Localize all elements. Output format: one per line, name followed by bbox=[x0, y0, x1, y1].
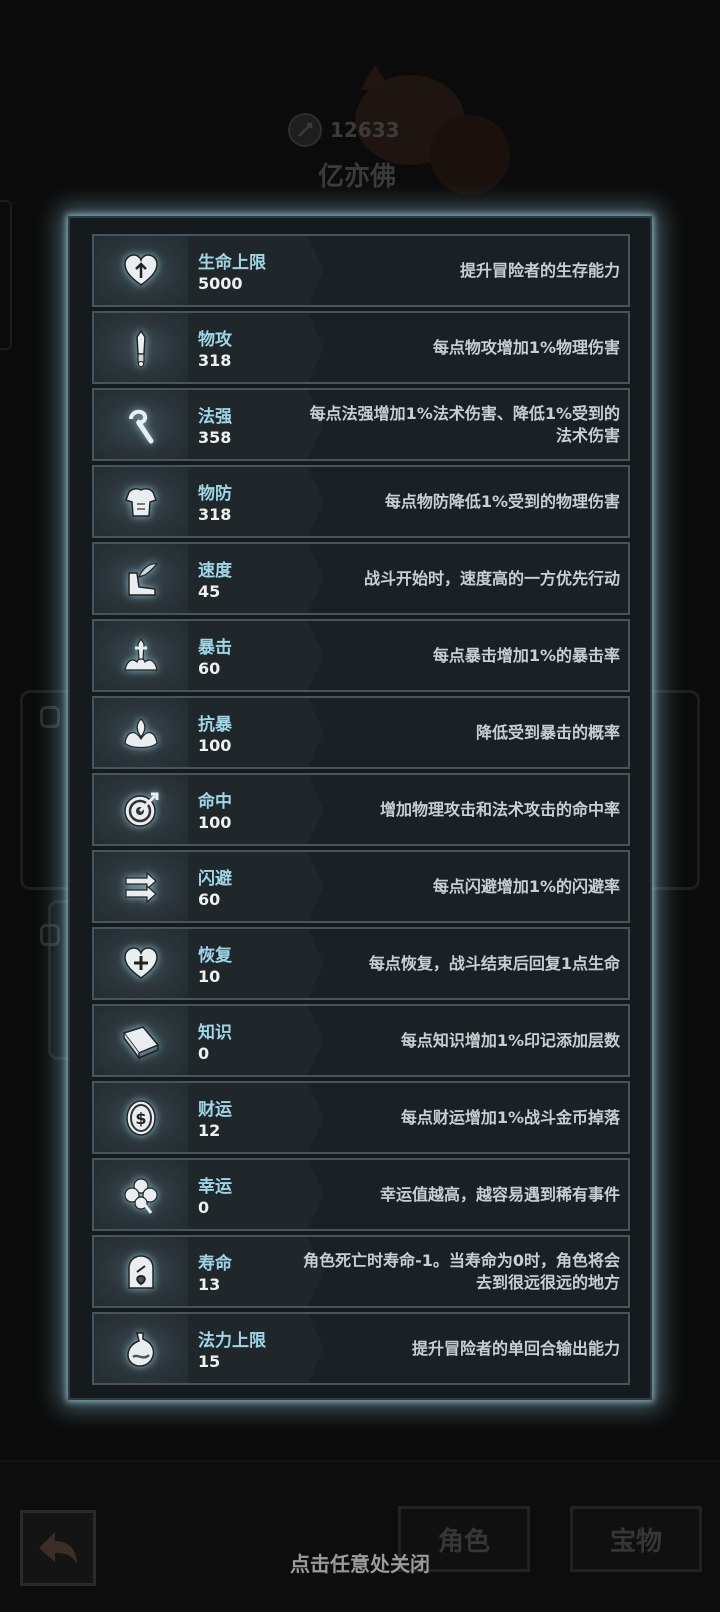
stat-description: 降低受到暴击的概率 bbox=[475, 722, 620, 742]
stat-row-crit-resist: 抗暴 100 降低受到暴击的概率 bbox=[92, 696, 630, 769]
stat-value: 318 bbox=[198, 351, 232, 370]
stat-description: 每点闪避增加1%的闪避率 bbox=[432, 876, 620, 896]
clover-icon bbox=[124, 1177, 158, 1214]
stat-description: 幸运值越高，越容易遇到稀有事件 bbox=[379, 1184, 620, 1204]
stat-name: 法力上限 bbox=[198, 1331, 266, 1351]
stat-name: 暴击 bbox=[198, 638, 232, 658]
stat-row-knowledge: 知识 0 每点知识增加1%印记添加层数 bbox=[92, 1004, 630, 1077]
svg-text:$: $ bbox=[135, 1109, 146, 1128]
power-display: 12633 bbox=[288, 113, 408, 147]
stat-value: 100 bbox=[198, 813, 232, 832]
stat-name: 速度 bbox=[198, 561, 232, 581]
stat-value: 45 bbox=[198, 582, 221, 601]
armor-icon bbox=[125, 487, 157, 517]
stat-value: 100 bbox=[198, 736, 232, 755]
stat-name: 幸运 bbox=[198, 1177, 232, 1197]
winged-boot-icon bbox=[128, 562, 159, 596]
stats-panel: 生命上限 5000 提升冒险者的生存能力 物攻 318 每点物攻增加1%物理伤害… bbox=[68, 216, 652, 1400]
stat-description: 每点财运增加1%战斗金币掉落 bbox=[400, 1107, 620, 1127]
staff-icon bbox=[129, 409, 154, 443]
heart-plus-icon bbox=[124, 946, 158, 979]
stat-value: 318 bbox=[198, 505, 232, 524]
power-icon bbox=[288, 113, 322, 147]
stat-name: 寿命 bbox=[198, 1254, 232, 1274]
lock-icon bbox=[40, 706, 60, 728]
stat-row-fortune: $ 财运 12 每点财运增加1%战斗金币掉落 bbox=[92, 1081, 630, 1154]
stat-description: 战斗开始时，速度高的一方优先行动 bbox=[363, 568, 620, 588]
stat-value: 0 bbox=[198, 1198, 210, 1217]
stat-row-lifespan: 寿命 13 角色死亡时寿命-1。当寿命为0时，角色将会去到很远很远的地方 bbox=[92, 1235, 630, 1308]
stat-row-dodge: 闪避 60 每点闪避增加1%的闪避率 bbox=[92, 850, 630, 923]
stats-list: 生命上限 5000 提升冒险者的生存能力 物攻 318 每点物攻增加1%物理伤害… bbox=[92, 234, 630, 1389]
crit-resist-icon bbox=[124, 717, 158, 748]
stat-description: 增加物理攻击和法术攻击的命中率 bbox=[379, 799, 620, 819]
lock-icon bbox=[40, 924, 60, 946]
stat-value: 12 bbox=[198, 1121, 221, 1140]
stat-row-max-mana: 法力上限 15 提升冒险者的单回合输出能力 bbox=[92, 1312, 630, 1385]
heart-arrow-icon bbox=[124, 253, 158, 286]
stat-row-accuracy: 命中 100 增加物理攻击和法术攻击的命中率 bbox=[92, 773, 630, 846]
sword-icon bbox=[136, 329, 146, 367]
stat-value: 10 bbox=[198, 967, 221, 986]
dodge-arrows-icon bbox=[125, 871, 157, 903]
stat-row-critical: 暴击 60 每点暴击增加1%的暴击率 bbox=[92, 619, 630, 692]
stat-description: 角色死亡时寿命-1。当寿命为0时，角色将会去到很远很远的地方 bbox=[303, 1250, 620, 1292]
stat-name: 知识 bbox=[198, 1023, 232, 1043]
stat-row-hp: 生命上限 5000 提升冒险者的生存能力 bbox=[92, 234, 630, 307]
stat-value: 358 bbox=[198, 428, 232, 447]
tombstone-icon bbox=[128, 1254, 154, 1289]
stat-name: 生命上限 bbox=[198, 253, 266, 273]
stat-value: 60 bbox=[198, 659, 221, 678]
stat-description: 每点暴击增加1%的暴击率 bbox=[432, 645, 620, 665]
coin-icon: $ bbox=[126, 1099, 156, 1136]
stat-name: 物攻 bbox=[198, 330, 232, 350]
stat-row-magic-power: 法强 358 每点法强增加1%法术伤害、降低1%受到的法术伤害 bbox=[92, 388, 630, 461]
target-icon bbox=[124, 792, 159, 827]
mana-flask-icon bbox=[127, 1331, 155, 1367]
stat-row-physical-attack: 物攻 318 每点物攻增加1%物理伤害 bbox=[92, 311, 630, 384]
character-name: 亿亦佛 bbox=[318, 162, 397, 192]
stat-description: 每点知识增加1%印记添加层数 bbox=[400, 1030, 620, 1050]
stat-description: 提升冒险者的单回合输出能力 bbox=[411, 1338, 620, 1358]
stat-value: 0 bbox=[198, 1044, 210, 1063]
stat-name: 财运 bbox=[198, 1100, 232, 1120]
stat-row-physical-defense: 物防 318 每点物防降低1%受到的物理伤害 bbox=[92, 465, 630, 538]
stat-name: 命中 bbox=[198, 792, 232, 812]
stat-description: 每点法强增加1%法术伤害、降低1%受到的法术伤害 bbox=[309, 403, 620, 445]
stat-name: 恢复 bbox=[198, 946, 232, 966]
stat-description: 每点物攻增加1%物理伤害 bbox=[432, 337, 620, 357]
stat-value: 5000 bbox=[198, 274, 243, 293]
close-hint[interactable]: 点击任意处关闭 bbox=[0, 1548, 720, 1577]
stat-name: 闪避 bbox=[198, 869, 232, 889]
book-icon bbox=[122, 1025, 160, 1060]
stat-name: 物防 bbox=[198, 484, 232, 504]
stat-row-recovery: 恢复 10 每点恢复，战斗结束后回复1点生命 bbox=[92, 927, 630, 1000]
stat-row-speed: 速度 45 战斗开始时，速度高的一方优先行动 bbox=[92, 542, 630, 615]
stat-value: 15 bbox=[198, 1352, 221, 1371]
critical-strike-icon bbox=[124, 637, 158, 671]
stat-description: 每点物防降低1%受到的物理伤害 bbox=[384, 491, 620, 511]
power-value: 12633 bbox=[330, 118, 400, 142]
stat-row-luck: 幸运 0 幸运值越高，越容易遇到稀有事件 bbox=[92, 1158, 630, 1231]
stat-value: 13 bbox=[198, 1275, 221, 1294]
stat-name: 抗暴 bbox=[198, 715, 232, 735]
stat-description: 提升冒险者的生存能力 bbox=[459, 260, 620, 280]
stat-name: 法强 bbox=[198, 407, 232, 427]
side-drawer-tab[interactable] bbox=[0, 200, 12, 350]
stat-value: 60 bbox=[198, 890, 221, 909]
stat-description: 每点恢复，战斗结束后回复1点生命 bbox=[368, 953, 620, 973]
